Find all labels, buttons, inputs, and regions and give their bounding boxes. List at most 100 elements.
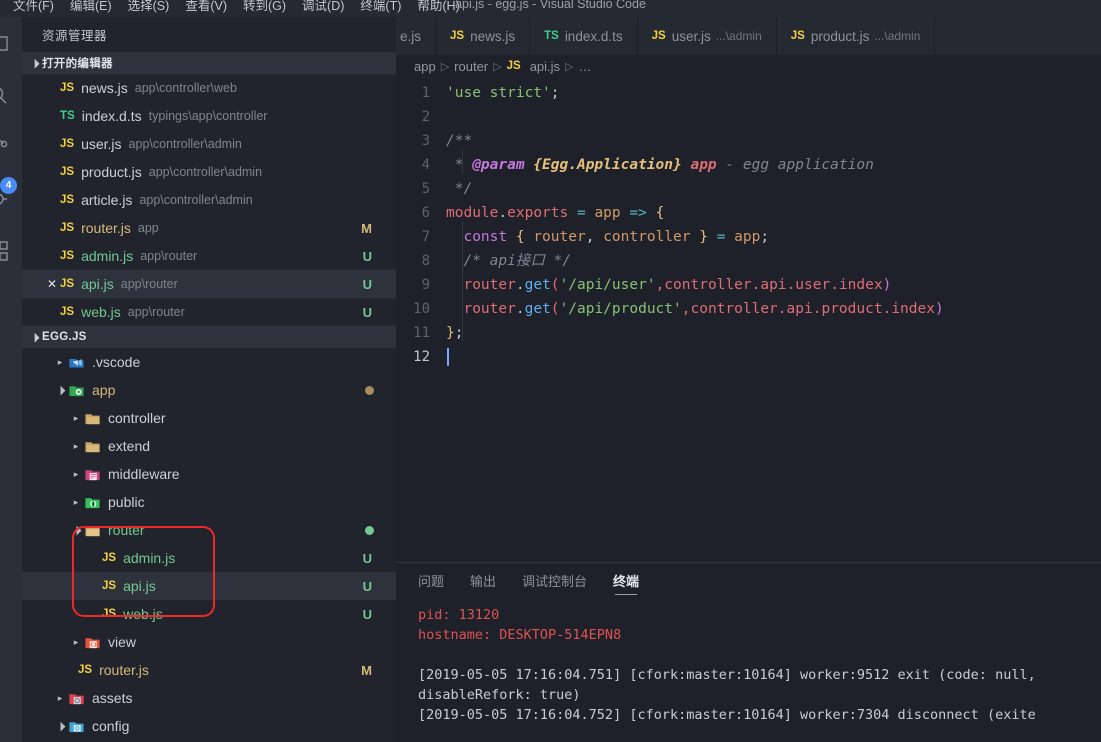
chevron-right-icon[interactable] bbox=[68, 637, 84, 648]
menu-edit[interactable]: 编辑(E) bbox=[63, 0, 119, 17]
project-section-header[interactable]: EGG.JS bbox=[22, 326, 396, 348]
js-file-icon: JS bbox=[60, 306, 75, 318]
terminal-output[interactable]: pid: 13120 hostname: DESKTOP-514EPN8 [20… bbox=[396, 597, 1101, 725]
code-line: 11 }; bbox=[396, 321, 1101, 345]
menu-terminal[interactable]: 终端(T) bbox=[353, 0, 408, 17]
editor-tab-news-js[interactable]: JS news.js bbox=[436, 17, 531, 55]
open-editor-item[interactable]: JS admin.js app\router U bbox=[22, 242, 396, 270]
tree-item-vscode[interactable]: .vscode bbox=[22, 348, 396, 376]
tree-item-router-js[interactable]: JS router.js M bbox=[22, 656, 396, 684]
open-editor-item[interactable]: JS product.js app\controller\admin bbox=[22, 158, 396, 186]
source-control-icon[interactable] bbox=[0, 135, 10, 159]
js-file-icon: JS bbox=[102, 580, 117, 592]
editor-tab-index-d-ts[interactable]: TS index.d.ts bbox=[530, 17, 638, 55]
open-editor-item-active[interactable]: ✕ JS api.js app\router U bbox=[22, 270, 396, 298]
open-editor-item[interactable]: JS router.js app M bbox=[22, 214, 396, 242]
editor-tab-product-js[interactable]: JS product.js ...\admin bbox=[776, 17, 936, 55]
open-editor-name: router.js bbox=[81, 220, 131, 236]
terminal-hostname-line: hostname: DESKTOP-514EPN8 bbox=[418, 627, 622, 643]
tree-item-web-js[interactable]: JS web.js U bbox=[22, 600, 396, 628]
panel-tab-terminal[interactable]: 终端 bbox=[613, 563, 639, 597]
tree-item-public[interactable]: public bbox=[22, 488, 396, 516]
menu-debug[interactable]: 调试(D) bbox=[295, 0, 351, 17]
chevron-right-icon[interactable] bbox=[68, 413, 84, 424]
git-status-badge: U bbox=[362, 248, 372, 264]
menu-go[interactable]: 转到(G) bbox=[236, 0, 293, 17]
tree-item-extend[interactable]: extend bbox=[22, 432, 396, 460]
code-line: 10 router.get('/api/product',controller.… bbox=[396, 297, 1101, 321]
tree-item-config[interactable]: config bbox=[22, 712, 396, 740]
git-status-badge: U bbox=[362, 276, 372, 292]
editor-tab-bar: e.js JS news.js TS index.d.ts JS user.js… bbox=[396, 17, 1101, 55]
line-number: 5 bbox=[421, 181, 430, 197]
code-line: 1 'use strict'; bbox=[396, 81, 1101, 105]
git-status-badge: U bbox=[362, 606, 372, 622]
tree-item-view[interactable]: view bbox=[22, 628, 396, 656]
open-editor-item[interactable]: TS index.d.ts typings\app\controller bbox=[22, 102, 396, 130]
chevron-down-icon[interactable] bbox=[68, 525, 84, 536]
line-number: 4 bbox=[421, 157, 430, 173]
tree-item-middleware[interactable]: middleware bbox=[22, 460, 396, 488]
panel-tab-output[interactable]: 输出 bbox=[470, 563, 496, 597]
open-editor-name: admin.js bbox=[81, 248, 134, 264]
chevron-down-icon[interactable] bbox=[52, 385, 68, 396]
chevron-down-icon[interactable] bbox=[52, 721, 68, 732]
menu-select[interactable]: 选择(S) bbox=[121, 0, 177, 17]
breadcrumb[interactable]: app ▷ router ▷ JS api.js ▷ … bbox=[396, 55, 1101, 77]
bottom-panel: 问题 输出 调试控制台 终端 pid: 13120 hostname: DESK… bbox=[396, 562, 1101, 742]
chevron-right-icon[interactable] bbox=[68, 441, 84, 452]
tree-item-app[interactable]: app bbox=[22, 376, 396, 404]
editor-tab-clipped[interactable]: e.js bbox=[396, 17, 437, 55]
activity-bar: 4 bbox=[0, 17, 22, 742]
open-editor-item[interactable]: JS news.js app\controller\web bbox=[22, 74, 396, 102]
code-line: 7 const { router, controller } = app; bbox=[396, 225, 1101, 249]
tree-item-label: assets bbox=[92, 690, 133, 706]
open-editor-item[interactable]: JS user.js app\controller\admin bbox=[22, 130, 396, 158]
tree-item-assets[interactable]: assets bbox=[22, 684, 396, 712]
extensions-icon[interactable] bbox=[0, 239, 10, 263]
open-editor-path: app\router bbox=[140, 249, 198, 263]
title-bar: 文件(F) 编辑(E) 选择(S) 查看(V) 转到(G) 调试(D) 终端(T… bbox=[0, 0, 1101, 17]
js-file-icon: JS bbox=[450, 30, 465, 42]
breadcrumb-app[interactable]: app bbox=[414, 59, 436, 74]
js-file-icon: JS bbox=[651, 30, 666, 42]
breadcrumb-router[interactable]: router bbox=[454, 59, 488, 74]
open-editor-path: app\controller\admin bbox=[148, 165, 263, 179]
menu-bar[interactable]: 文件(F) 编辑(E) 选择(S) 查看(V) 转到(G) 调试(D) 终端(T… bbox=[0, 0, 467, 17]
breadcrumb-more[interactable]: … bbox=[579, 59, 592, 74]
editor-tab-user-js[interactable]: JS user.js ...\admin bbox=[637, 17, 777, 55]
open-editor-name: product.js bbox=[81, 164, 142, 180]
ts-file-icon: TS bbox=[544, 30, 559, 42]
menu-file[interactable]: 文件(F) bbox=[6, 0, 61, 17]
open-editor-path: typings\app\controller bbox=[148, 109, 268, 123]
close-icon[interactable]: ✕ bbox=[44, 277, 60, 291]
menu-view[interactable]: 查看(V) bbox=[178, 0, 234, 17]
search-icon[interactable] bbox=[0, 83, 10, 107]
editor-tab-label: user.js bbox=[671, 28, 711, 44]
explorer-icon[interactable] bbox=[0, 31, 10, 55]
tree-item-label: admin.js bbox=[123, 550, 176, 566]
open-editor-item[interactable]: JS web.js app\router U bbox=[22, 298, 396, 326]
config-folder-icon bbox=[69, 721, 84, 732]
open-editor-item[interactable]: JS article.js app\controller\admin bbox=[22, 186, 396, 214]
tree-item-router[interactable]: router bbox=[22, 516, 396, 544]
menu-help[interactable]: 帮助(H) bbox=[410, 0, 466, 17]
open-editors-section-header[interactable]: 打开的编辑器 bbox=[22, 52, 396, 74]
project-title: EGG.JS bbox=[42, 331, 87, 343]
panel-tab-debug-console[interactable]: 调试控制台 bbox=[522, 563, 587, 597]
open-editor-name: api.js bbox=[81, 276, 114, 292]
tree-item-admin-js[interactable]: JS admin.js U bbox=[22, 544, 396, 572]
panel-tab-problems[interactable]: 问题 bbox=[418, 563, 444, 597]
breadcrumb-file[interactable]: api.js bbox=[530, 59, 560, 74]
chevron-right-icon[interactable] bbox=[68, 469, 84, 480]
code-content[interactable]: 1 'use strict'; 2 3 /** 4 * @param {Egg.… bbox=[396, 77, 1101, 369]
code-line-text: router.get('/api/product',controller.api… bbox=[463, 301, 944, 317]
chevron-right-icon[interactable] bbox=[52, 357, 68, 368]
chevron-right-icon[interactable] bbox=[68, 497, 84, 508]
editor-tab-label: e.js bbox=[400, 28, 422, 44]
text-cursor bbox=[447, 348, 449, 366]
tree-item-controller[interactable]: controller bbox=[22, 404, 396, 432]
code-line-text: /* api接口 */ bbox=[446, 253, 572, 269]
chevron-right-icon[interactable] bbox=[52, 693, 68, 704]
tree-item-api-js[interactable]: JS api.js U bbox=[22, 572, 396, 600]
